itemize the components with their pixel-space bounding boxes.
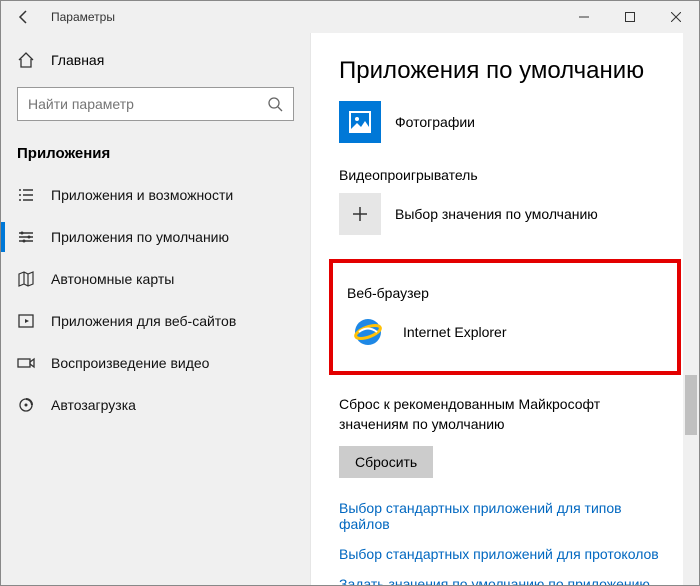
home-label: Главная (51, 52, 104, 68)
window-title: Параметры (47, 10, 561, 24)
choose-default-label: Выбор значения по умолчанию (395, 206, 598, 222)
app-label: Фотографии (395, 114, 475, 130)
sidebar-item-default-apps[interactable]: Приложения по умолчанию (1, 216, 310, 258)
sidebar-item-apps-features[interactable]: Приложения и возможности (1, 174, 310, 216)
home-nav[interactable]: Главная (1, 41, 310, 79)
sidebar-item-startup[interactable]: Автозагрузка (1, 384, 310, 426)
back-button[interactable] (1, 1, 47, 33)
sidebar-item-website-apps[interactable]: Приложения для веб-сайтов (1, 300, 310, 342)
sidebar-item-offline-maps[interactable]: Автономные карты (1, 258, 310, 300)
scrollbar[interactable] (683, 33, 699, 585)
photos-icon (339, 101, 381, 143)
app-label: Internet Explorer (403, 324, 507, 340)
close-icon (671, 12, 681, 22)
links-section: Выбор стандартных приложений для типов ф… (339, 500, 671, 585)
sidebar: Главная Приложения Приложения и возможно… (1, 33, 311, 585)
close-button[interactable] (653, 1, 699, 33)
minimize-icon (579, 12, 589, 22)
window-controls (561, 1, 699, 33)
plus-icon (339, 193, 381, 235)
search-box[interactable] (17, 87, 294, 121)
defaults-icon (17, 228, 35, 246)
sidebar-item-label: Воспроизведение видео (51, 355, 209, 371)
sidebar-item-label: Автозагрузка (51, 397, 136, 413)
page-title: Приложения по умолчанию (339, 57, 671, 85)
default-app-browser[interactable]: Internet Explorer (347, 311, 663, 353)
main-content: Приложения по умолчанию Фотографии Видео… (311, 33, 699, 585)
sidebar-item-label: Приложения для веб-сайтов (51, 313, 236, 329)
titlebar: Параметры (1, 1, 699, 33)
search-icon (267, 96, 283, 112)
website-icon (17, 312, 35, 330)
startup-icon (17, 396, 35, 414)
home-icon (17, 51, 35, 69)
minimize-button[interactable] (561, 1, 607, 33)
choose-default-video[interactable]: Выбор значения по умолчанию (339, 193, 671, 235)
highlighted-section: Веб-браузер Internet Explorer (329, 259, 681, 375)
sidebar-item-video-playback[interactable]: Воспроизведение видео (1, 342, 310, 384)
category-web-browser: Веб-браузер (347, 285, 663, 301)
reset-button[interactable]: Сбросить (339, 446, 433, 478)
scroll-thumb[interactable] (685, 375, 697, 435)
video-icon (17, 354, 35, 372)
reset-description: Сброс к рекомендованным Майкрософт значе… (339, 395, 671, 434)
sidebar-item-label: Приложения и возможности (51, 187, 233, 203)
arrow-left-icon (16, 9, 32, 25)
sidebar-item-label: Автономные карты (51, 271, 174, 287)
link-by-app[interactable]: Задать значения по умолчанию по приложен… (339, 576, 671, 585)
sidebar-item-label: Приложения по умолчанию (51, 229, 229, 245)
reset-section: Сброс к рекомендованным Майкрософт значе… (339, 395, 671, 478)
search-input[interactable] (28, 96, 267, 112)
maximize-icon (625, 12, 635, 22)
list-icon (17, 186, 35, 204)
default-app-photos[interactable]: Фотографии (339, 101, 671, 143)
maximize-button[interactable] (607, 1, 653, 33)
link-filetypes[interactable]: Выбор стандартных приложений для типов ф… (339, 500, 671, 532)
ie-icon (347, 311, 389, 353)
sidebar-section-title: Приложения (1, 137, 310, 174)
link-protocols[interactable]: Выбор стандартных приложений для протоко… (339, 546, 671, 562)
category-video-player: Видеопроигрыватель (339, 167, 671, 183)
map-icon (17, 270, 35, 288)
